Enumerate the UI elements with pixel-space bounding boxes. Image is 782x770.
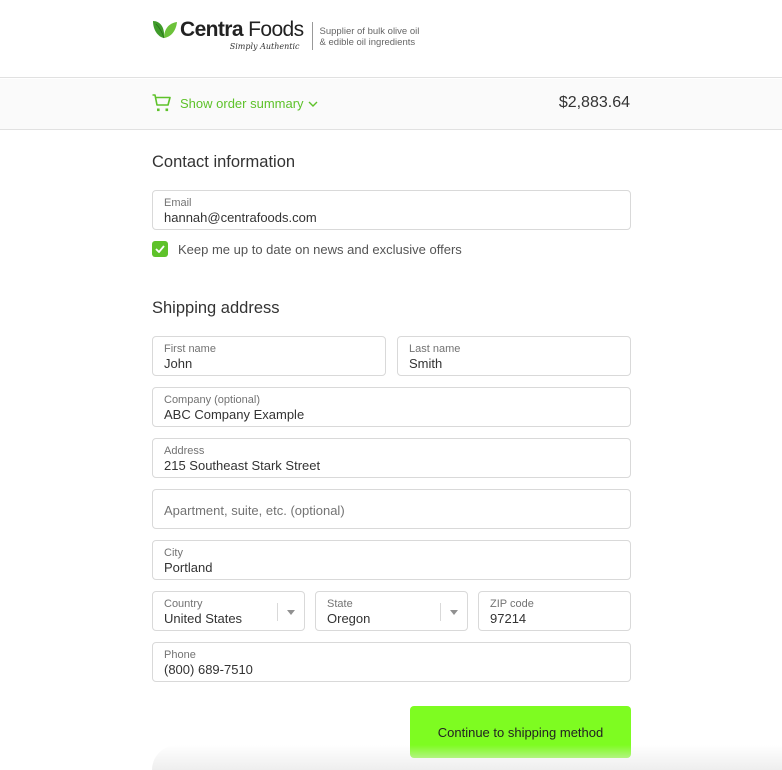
brand-name: Centra Foods (180, 18, 304, 42)
brand-subtitle-line-1: Supplier of bulk olive oil (319, 26, 420, 37)
zip-code-field[interactable]: ZIP code 97214 (478, 591, 631, 631)
select-divider (277, 603, 278, 621)
state-select[interactable]: State Oregon (315, 591, 468, 631)
email-value: hannah@centrafoods.com (164, 210, 317, 225)
country-label: Country (164, 598, 203, 610)
leaf-icon (153, 21, 177, 39)
state-value: Oregon (327, 611, 371, 626)
logo-mark: Centra Foods Simply Authentic (152, 18, 304, 51)
first-name-label: First name (164, 343, 216, 355)
select-divider (440, 603, 441, 621)
apartment-field[interactable]: Apartment, suite, etc. (optional) (152, 489, 631, 529)
address-value: 215 Southeast Stark Street (164, 458, 321, 473)
last-name-value: Smith (409, 356, 443, 371)
newsletter-checkbox[interactable] (152, 241, 168, 257)
bottom-shadow (152, 745, 782, 770)
email-field[interactable]: Email hannah@centrafoods.com (152, 190, 631, 230)
newsletter-label: Keep me up to date on news and exclusive… (178, 241, 462, 257)
show-order-summary-label: Show order summary (180, 95, 304, 111)
brand-subtitle-line-2: & edible oil ingredients (319, 37, 416, 48)
dropdown-caret-icon (287, 610, 295, 615)
city-field[interactable]: City Portland (152, 540, 631, 580)
brand-name-bold: Centra (180, 18, 244, 41)
contact-information-title: Contact information (152, 153, 296, 171)
company-value: ABC Company Example (164, 407, 305, 422)
city-label: City (164, 547, 183, 559)
first-name-field[interactable]: First name John (152, 336, 386, 376)
first-name-value: John (164, 356, 193, 371)
brand-logo[interactable]: Centra Foods Simply Authentic Supplier o… (152, 18, 419, 51)
zip-code-label: ZIP code (490, 598, 534, 610)
last-name-label: Last name (409, 343, 461, 355)
checkmark-icon (155, 245, 165, 253)
address-label: Address (164, 445, 205, 457)
logo-divider (311, 22, 313, 50)
dropdown-caret-icon (450, 610, 458, 615)
phone-value: (800) 689-7510 (164, 662, 253, 677)
site-header: Centra Foods Simply Authentic Supplier o… (0, 0, 782, 78)
country-value: United States (164, 611, 243, 626)
apartment-placeholder: Apartment, suite, etc. (optional) (164, 503, 345, 518)
brand-tagline: Simply Authentic (229, 42, 300, 51)
cart-icon (152, 94, 171, 112)
show-order-summary-toggle[interactable]: Show order summary (152, 94, 318, 112)
brand-name-light: Foods (242, 18, 304, 41)
newsletter-option[interactable]: Keep me up to date on news and exclusive… (152, 241, 462, 257)
country-select[interactable]: Country United States (152, 591, 305, 631)
brand-subtitle: Supplier of bulk olive oil & edible oil … (320, 26, 420, 48)
shipping-address-title: Shipping address (152, 299, 280, 317)
state-label: State (327, 598, 353, 610)
phone-label: Phone (164, 649, 196, 661)
city-value: Portland (164, 560, 213, 575)
email-label: Email (164, 197, 192, 209)
company-label: Company (optional) (164, 394, 260, 406)
chevron-down-icon (308, 101, 318, 107)
order-summary-bar: Show order summary $2,883.64 (0, 79, 782, 130)
company-field[interactable]: Company (optional) ABC Company Example (152, 387, 631, 427)
order-total: $2,883.64 (558, 94, 630, 111)
address-field[interactable]: Address 215 Southeast Stark Street (152, 438, 631, 478)
phone-field[interactable]: Phone (800) 689-7510 (152, 642, 631, 682)
zip-code-value: 97214 (490, 611, 527, 626)
last-name-field[interactable]: Last name Smith (397, 336, 631, 376)
